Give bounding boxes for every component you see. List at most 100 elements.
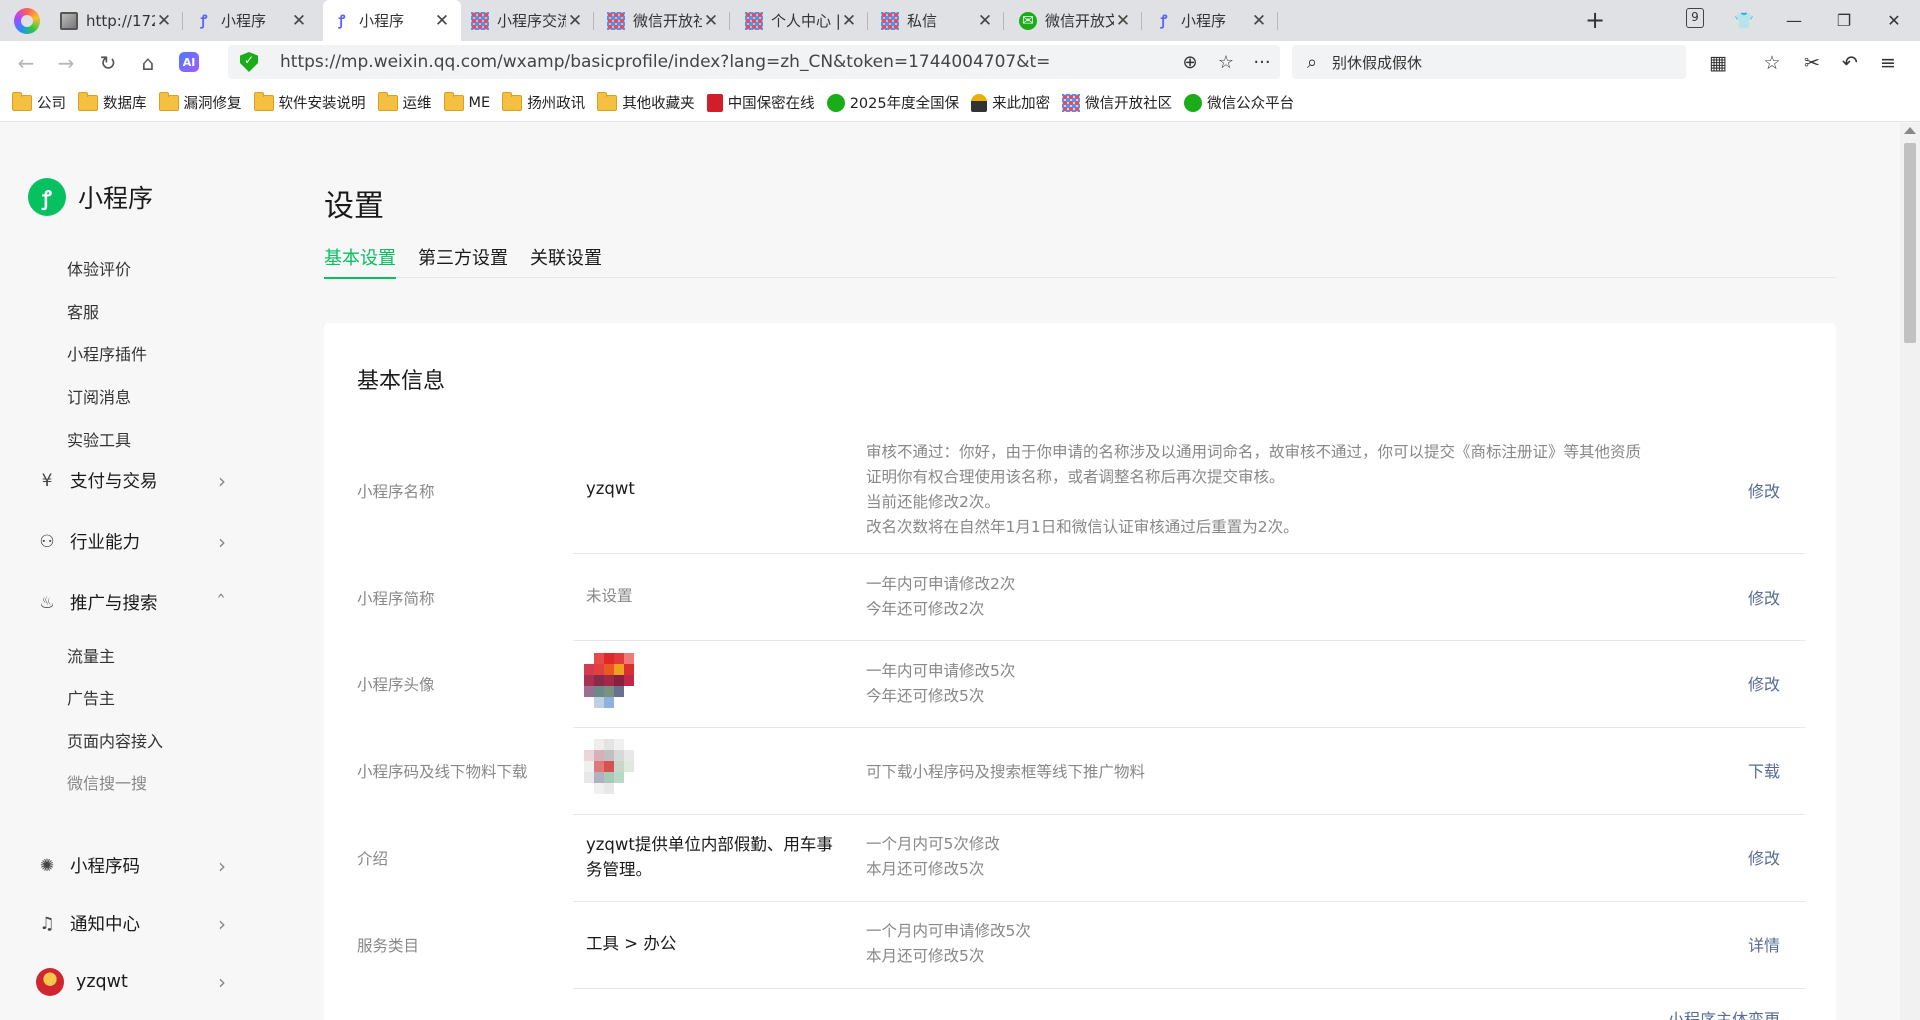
tab-close-icon[interactable]: ✕ — [1250, 11, 1268, 31]
sidebar-item-plugins[interactable]: 小程序插件 — [67, 341, 147, 365]
browser-tab[interactable]: 微信开放社区✕ — [597, 0, 730, 41]
tab-separator — [1277, 12, 1278, 30]
row-value: 工具 > 办公 — [586, 934, 677, 953]
modify-name-link[interactable]: 修改 — [1748, 478, 1780, 502]
browser-tab[interactable]: ꝭ 小程序 ✕ — [185, 0, 318, 41]
reload-icon[interactable]: ↻ — [94, 49, 122, 77]
bookmark-item[interactable]: 微信公众平台 — [1184, 92, 1294, 113]
browser-tab[interactable]: 小程序交流专✕ — [461, 0, 594, 41]
flame-icon: ♨ — [39, 592, 55, 613]
desc-line: 一个月内可申请修改5次 — [866, 922, 1031, 940]
favorites-list-icon[interactable]: ☆ — [1758, 49, 1786, 77]
bookmark-item[interactable]: 来此加密 — [971, 92, 1050, 113]
more-dots-icon[interactable]: ··· — [1244, 52, 1280, 73]
minimize-icon[interactable]: — — [1774, 0, 1814, 41]
browser-logo-icon[interactable] — [14, 8, 40, 34]
sidebar: ꝭ 小程序 体验评价 客服 小程序插件 订阅消息 实验工具 ¥ 支付与交易 › … — [0, 123, 250, 1020]
tab-close-icon[interactable]: ✕ — [155, 11, 173, 31]
url-text[interactable]: https://mp.weixin.qq.com/wxamp/basicprof… — [280, 52, 1172, 72]
folder-icon — [158, 91, 179, 111]
browser-tab[interactable]: ꝭ 小程序 ✕ — [323, 0, 461, 41]
sidebar-item-lab-tools[interactable]: 实验工具 — [67, 427, 131, 451]
tab-close-icon[interactable]: ✕ — [1114, 11, 1132, 31]
sidebar-account[interactable]: yzqwt › — [36, 968, 226, 996]
tab-linked-settings[interactable]: 关联设置 — [530, 244, 602, 278]
tab-close-icon[interactable]: ✕ — [566, 11, 584, 31]
row-label: 小程序头像 — [357, 676, 435, 694]
sidebar-group-notifications[interactable]: ♫ 通知中心 › — [36, 911, 226, 936]
wx-icon — [1184, 93, 1203, 112]
bookmark-item[interactable]: 扬州政讯 — [502, 91, 585, 113]
menu-icon[interactable]: ≡ — [1874, 49, 1902, 77]
sidebar-group-label: 通知中心 — [70, 915, 140, 935]
sidebar-item-customer-service[interactable]: 客服 — [67, 299, 99, 323]
sidebar-item-traffic-owner[interactable]: 流量主 — [67, 643, 115, 667]
tab-basic-settings[interactable]: 基本设置 — [324, 244, 396, 279]
ai-assistant-icon[interactable]: AI — [179, 52, 199, 72]
sidebar-item-advertiser[interactable]: 广告主 — [67, 685, 115, 709]
browser-tab[interactable]: ✉ 微信开放文档✕ — [1009, 0, 1142, 41]
modify-intro-link[interactable]: 修改 — [1748, 845, 1780, 869]
browser-tab[interactable]: ꝭ 小程序 ✕ — [1145, 0, 1278, 41]
scroll-up-arrow-icon[interactable] — [1904, 127, 1916, 134]
new-tab-button[interactable]: + — [1580, 6, 1610, 36]
search-query[interactable]: 别休假成假休 — [1332, 52, 1422, 73]
apps-grid-icon[interactable]: ▦ — [1704, 49, 1732, 77]
tab-close-icon[interactable]: ✕ — [433, 11, 451, 31]
search-icon: ⌕ — [1306, 51, 1318, 73]
bookmark-item[interactable]: 软件安装说明 — [253, 91, 366, 113]
bookmark-item[interactable]: 中国保密在线 — [706, 92, 815, 113]
tab-close-icon[interactable]: ✕ — [840, 11, 858, 31]
sidebar-group-promotion[interactable]: ♨ 推广与搜索 ˆ — [36, 590, 226, 615]
home-icon[interactable]: ⌂ — [134, 49, 162, 77]
tab-count-badge[interactable]: 9 — [1686, 8, 1704, 28]
account-name: yzqwt — [76, 972, 128, 992]
bookmark-star-icon[interactable]: ☆ — [1208, 52, 1244, 73]
bookmark-item[interactable]: 微信开放社区 — [1062, 92, 1172, 113]
bookmark-item[interactable]: 公司 — [12, 91, 66, 113]
restore-icon[interactable]: ❐ — [1824, 0, 1864, 41]
sidebar-item-feedback[interactable]: 体验评价 — [67, 256, 131, 280]
tab-close-icon[interactable]: ✕ — [702, 11, 720, 31]
modify-avatar-link[interactable]: 修改 — [1748, 671, 1780, 695]
tab-close-icon[interactable]: ✕ — [290, 11, 308, 31]
page-scrollbar[interactable] — [1900, 123, 1920, 1020]
scrollbar-thumb[interactable] — [1904, 143, 1916, 343]
address-bar[interactable]: https://mp.weixin.qq.com/wxamp/basicprof… — [228, 45, 1280, 79]
search-box[interactable]: ⌕ 别休假成假休 — [1292, 45, 1686, 79]
entity-change-link[interactable]: 小程序主体变更 — [1668, 1006, 1780, 1020]
bookmark-item[interactable]: 漏洞修复 — [158, 91, 242, 113]
avatar — [36, 968, 64, 996]
browser-tab[interactable]: 私信 ✕ — [871, 0, 1004, 41]
brand[interactable]: ꝭ 小程序 — [28, 178, 153, 216]
sidebar-group-qrcode[interactable]: ✺ 小程序码 › — [36, 853, 226, 878]
tab-third-party-settings[interactable]: 第三方设置 — [418, 244, 508, 278]
shirt-skin-icon[interactable]: 👕 — [1724, 0, 1764, 41]
bell-icon: ♫ — [39, 913, 55, 934]
bookmark-item[interactable]: 数据库 — [78, 91, 147, 113]
browser-tab[interactable]: 个人中心 | 微✕ — [735, 0, 868, 41]
sidebar-group-industry[interactable]: ⚇ 行业能力 › — [36, 529, 226, 554]
screenshot-scissors-icon[interactable]: ✂ — [1798, 49, 1826, 77]
sidebar-group-payment[interactable]: ¥ 支付与交易 › — [36, 468, 226, 493]
sidebar-item-subscribe-msg[interactable]: 订阅消息 — [67, 384, 131, 408]
undo-icon[interactable]: ↶ — [1836, 49, 1864, 77]
sidebar-item-page-content[interactable]: 页面内容接入 — [67, 728, 163, 752]
security-shield-icon[interactable] — [240, 52, 258, 72]
card-title: 基本信息 — [357, 369, 446, 394]
bookmark-item[interactable]: 其他收藏夹 — [597, 91, 695, 113]
category-details-link[interactable]: 详情 — [1748, 932, 1780, 956]
zoom-icon[interactable]: ⊕ — [1172, 52, 1208, 73]
forward-arrow-icon[interactable]: → — [52, 49, 80, 77]
back-arrow-icon[interactable]: ← — [12, 49, 40, 77]
bookmark-item[interactable]: 2025年度全国保 — [826, 92, 959, 113]
download-qrcode-link[interactable]: 下载 — [1748, 758, 1780, 782]
modify-short-name-link[interactable]: 修改 — [1748, 585, 1780, 609]
bookmark-label: 软件安装说明 — [278, 96, 366, 112]
bookmark-item[interactable]: ME — [443, 91, 490, 111]
browser-tab[interactable]: http://172.2✕ — [50, 0, 183, 41]
sidebar-item-wechat-search[interactable]: 微信搜一搜 — [67, 770, 147, 794]
tab-close-icon[interactable]: ✕ — [976, 11, 994, 31]
bookmark-item[interactable]: 运维 — [377, 91, 432, 113]
close-window-icon[interactable]: ✕ — [1874, 0, 1914, 41]
